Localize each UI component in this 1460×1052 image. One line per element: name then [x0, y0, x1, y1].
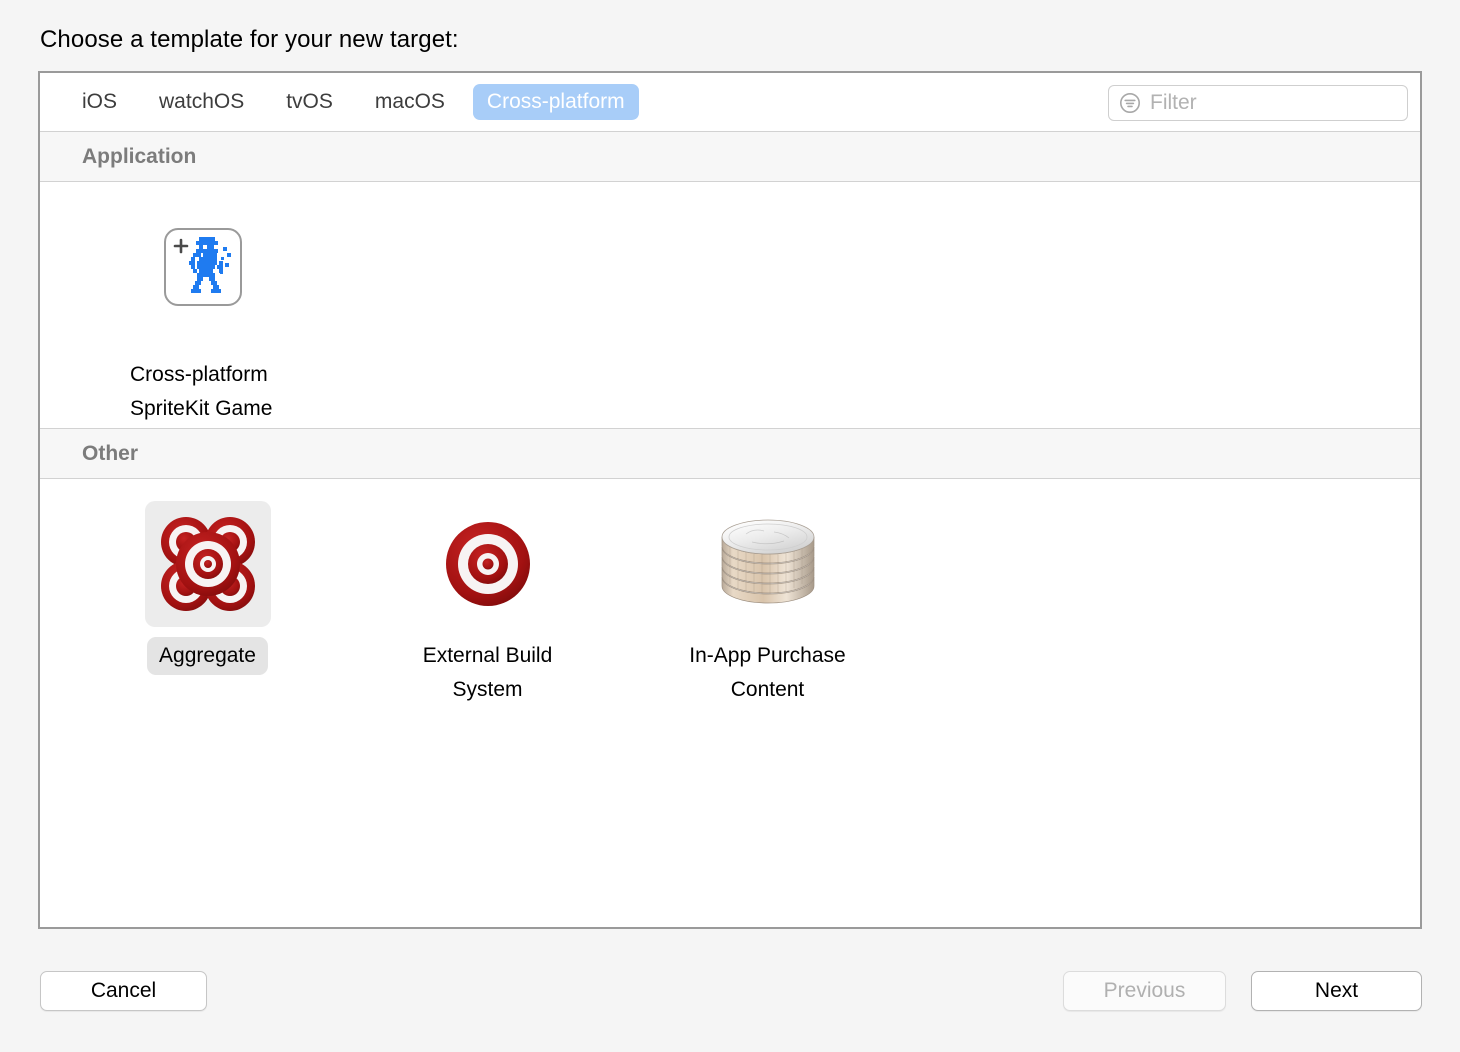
section-header-application: Application	[40, 131, 1420, 182]
application-template-grid: Cross-platform SpriteKit Game	[40, 182, 1420, 428]
section-header-other: Other	[40, 428, 1420, 479]
tab-ios[interactable]: iOS	[68, 84, 131, 120]
tab-cross-platform[interactable]: Cross-platform	[473, 84, 639, 120]
template-thumbnail	[140, 204, 266, 330]
spritekit-game-icon	[163, 227, 243, 307]
template-tile-aggregate[interactable]: Aggregate	[110, 501, 305, 675]
template-thumbnail	[145, 501, 271, 627]
filter-input[interactable]: Filter	[1108, 85, 1408, 121]
template-chooser-panel: iOS watchOS tvOS macOS Cross-platform Fi…	[38, 71, 1422, 929]
aggregate-target-icon	[154, 510, 262, 618]
template-thumbnail	[705, 501, 831, 627]
template-tile-cross-platform-spritekit-game[interactable]: Cross-platform SpriteKit Game	[118, 204, 418, 428]
tab-macos[interactable]: macOS	[361, 84, 459, 120]
in-app-purchase-coins-icon	[712, 514, 824, 614]
template-label: Aggregate	[147, 637, 268, 675]
filter-icon	[1119, 92, 1141, 114]
other-template-grid: Aggregate	[40, 479, 1420, 709]
cancel-button[interactable]: Cancel	[40, 971, 207, 1011]
template-label: In-App Purchase Content	[677, 637, 857, 709]
tab-tvos[interactable]: tvOS	[272, 84, 347, 120]
template-tile-in-app-purchase-content[interactable]: In-App Purchase Content	[670, 501, 865, 709]
tab-watchos[interactable]: watchOS	[145, 84, 258, 120]
external-build-target-icon	[441, 517, 535, 611]
template-label: Cross-platform SpriteKit Game	[118, 356, 284, 428]
previous-button[interactable]: Previous	[1063, 971, 1226, 1011]
new-target-template-dialog: Choose a template for your new target: i…	[0, 0, 1460, 1052]
template-label: External Build System	[411, 637, 565, 709]
template-thumbnail	[425, 501, 551, 627]
next-button[interactable]: Next	[1251, 971, 1422, 1011]
filter-placeholder: Filter	[1150, 91, 1197, 115]
platform-tab-bar: iOS watchOS tvOS macOS Cross-platform Fi…	[40, 73, 1420, 131]
page-title: Choose a template for your new target:	[40, 26, 459, 54]
template-tile-external-build-system[interactable]: External Build System	[390, 501, 585, 709]
